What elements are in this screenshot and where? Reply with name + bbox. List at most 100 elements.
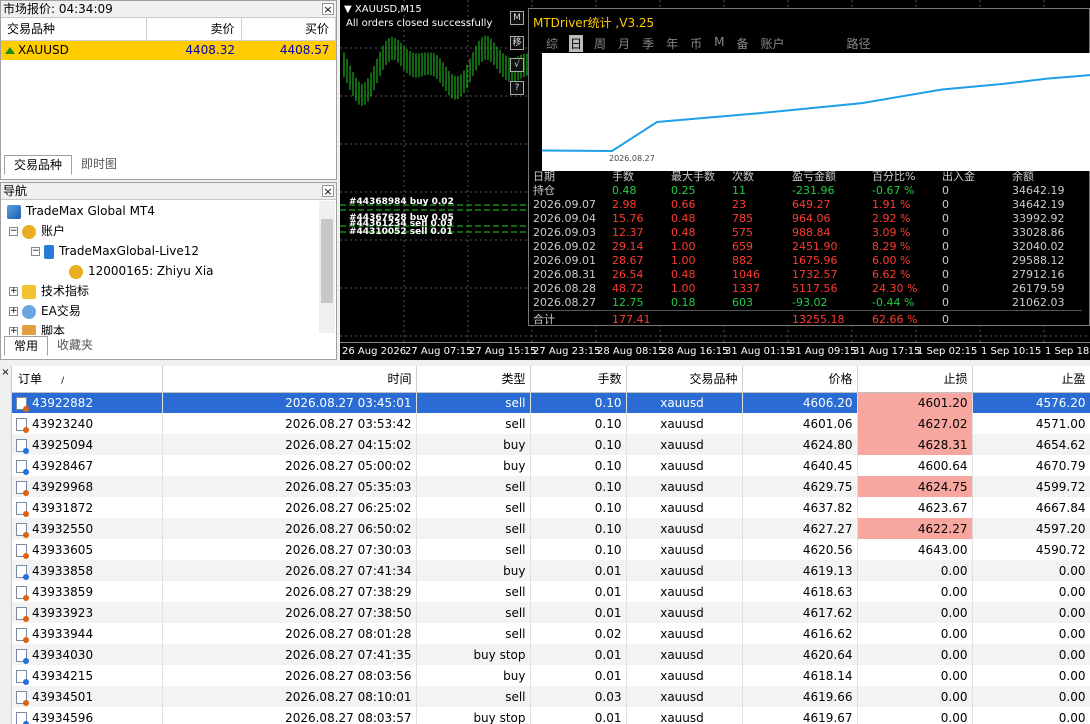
stats-flow: 0 (942, 184, 949, 197)
order-row[interactable]: 43925094 2026.08.27 04:15:02 buy 0.10 xauusd… (12, 434, 1090, 455)
stats-count: 1046 (732, 268, 760, 281)
order-row[interactable]: 43933859 2026.08.27 07:38:29 sell 0.01 xauus… (12, 581, 1090, 602)
order-id-cell[interactable]: 43934030 (12, 644, 163, 665)
tab-symbols[interactable]: 交易品种 (4, 155, 73, 175)
tree-item-broker[interactable]: TradeMax Global MT4 (7, 201, 155, 221)
scroll-thumb[interactable] (321, 219, 333, 303)
tab-yearly[interactable]: 年 (665, 35, 679, 52)
order-row[interactable]: 43933923 2026.08.27 07:38:50 sell 0.01 xauus… (12, 602, 1090, 623)
order-id-cell[interactable]: 43933944 (12, 623, 163, 644)
order-id-cell[interactable]: 43931872 (12, 497, 163, 518)
tree-item-account[interactable]: 12000165: Zhiyu Xia (69, 261, 214, 281)
tree-item-accounts[interactable]: − 账户 (9, 221, 65, 241)
order-id-cell[interactable]: 43933858 (12, 560, 163, 581)
order-row[interactable]: 43933858 2026.08.27 07:41:34 buy 0.01 xauusd… (12, 560, 1090, 581)
order-row[interactable]: 43928467 2026.08.27 05:00:02 buy 0.10 xauusd… (12, 455, 1090, 476)
col-bid[interactable]: 卖价 (146, 18, 242, 41)
order-id: 43923240 (32, 416, 94, 431)
tab-account[interactable]: 账户 (759, 35, 785, 52)
col-ask[interactable]: 买价 (241, 18, 336, 41)
tab-comment[interactable]: 备 (735, 35, 749, 52)
stats-lots: 0.48 (612, 184, 637, 197)
order-id-cell[interactable]: 43934596 (12, 707, 163, 724)
order-id-cell[interactable]: 43932550 (12, 518, 163, 539)
tab-weekly[interactable]: 周 (593, 35, 607, 52)
order-price: 4620.56 (742, 539, 858, 560)
close-icon[interactable]: × (322, 185, 334, 197)
tab-common[interactable]: 常用 (4, 336, 49, 356)
stats-balance: 33992.92 (1012, 212, 1065, 225)
stats-max: 0.48 (671, 226, 696, 239)
order-tp: 4654.62 (972, 434, 1090, 455)
col-lots[interactable]: 手数 (530, 366, 627, 393)
order-row[interactable]: 43922882 2026.08.27 03:45:01 sell 0.10 xauus… (12, 392, 1090, 413)
tab-summary[interactable]: 综 (545, 35, 559, 52)
symbol-cell[interactable]: XAUUSD (1, 40, 146, 60)
order-id-cell[interactable]: 43934215 (12, 665, 163, 686)
order-id-cell[interactable]: 43925094 (12, 434, 163, 455)
order-id-cell[interactable]: 43923240 (12, 413, 163, 434)
tab-quarterly[interactable]: 季 (641, 35, 655, 52)
symbol-row[interactable]: XAUUSD 4408.32 4408.57 (1, 40, 336, 60)
tab-tick-chart[interactable]: 即时图 (72, 155, 126, 175)
tab-magic[interactable]: M (713, 35, 725, 52)
stats-pnl: 5117.56 (792, 282, 838, 295)
order-row[interactable]: 43933944 2026.08.27 08:01:28 sell 0.02 xauus… (12, 623, 1090, 644)
collapse-icon[interactable]: − (9, 227, 18, 236)
order-row[interactable]: 43934596 2026.08.27 08:03:57 buy stop 0.01 x… (12, 707, 1090, 724)
tab-favorites[interactable]: 收藏夹 (48, 336, 102, 356)
order-tp: 4576.20 (972, 392, 1090, 413)
order-type: sell (416, 602, 531, 623)
tree-item-indicators[interactable]: + 技术指标 (9, 281, 89, 301)
tab-monthly[interactable]: 月 (617, 35, 631, 52)
minimize-button[interactable]: M (510, 11, 524, 25)
close-icon[interactable]: × (322, 3, 334, 15)
accounts-icon (22, 224, 36, 239)
order-row[interactable]: 43933605 2026.08.27 07:30:03 sell 0.10 xauus… (12, 539, 1090, 560)
tab-currency[interactable]: 币 (689, 35, 703, 52)
stats-header-row: 日期 手数 最大手数 次数 盈亏金额 百分比% 出入金 余额 (533, 170, 1082, 184)
col-type[interactable]: 类型 (416, 366, 531, 393)
check-button[interactable]: √ (510, 58, 524, 72)
order-id-cell[interactable]: 43933605 (12, 539, 163, 560)
order-id-cell[interactable]: 43933923 (12, 602, 163, 623)
navigator-panel: 导航 × TradeMax Global MT4 − 账户 − TradeMaxGl… (0, 182, 337, 360)
order-row[interactable]: 43932550 2026.08.27 06:50:02 sell 0.10 xauus… (12, 518, 1090, 539)
col-symbol[interactable]: 交易品种 (1, 18, 147, 41)
order-row[interactable]: 43934215 2026.08.27 08:03:56 buy 0.01 xauusd… (12, 665, 1090, 686)
tree-item-server[interactable]: − TradeMaxGlobal-Live12 (31, 241, 199, 261)
expand-icon[interactable]: + (9, 307, 18, 316)
move-button[interactable]: 移 (510, 36, 524, 50)
order-id-cell[interactable]: 43933859 (12, 581, 163, 602)
order-row[interactable]: 43923240 2026.08.27 03:53:42 sell 0.10 xauus… (12, 413, 1090, 434)
order-row[interactable]: 43934030 2026.08.27 07:41:35 buy stop 0.01 x… (12, 644, 1090, 665)
tab-daily[interactable]: 日 (569, 35, 584, 52)
collapse-icon[interactable]: − (31, 247, 40, 256)
col-order[interactable]: 订单 / (12, 366, 163, 393)
expand-icon[interactable]: + (9, 327, 18, 335)
order-id-cell[interactable]: 43922882 (12, 392, 163, 413)
order-id: 43933923 (32, 605, 94, 620)
expand-icon[interactable]: + (9, 287, 18, 296)
order-id-cell[interactable]: 43928467 (12, 455, 163, 476)
graph-date-label: 2026.08.27 (609, 154, 655, 163)
col-tp[interactable]: 止盈 (972, 366, 1090, 393)
stats-row: 2026.09.03 12.37 0.48 575 988.84 3.09 % 0 33028… (533, 226, 1082, 240)
order-price: 4620.64 (742, 644, 858, 665)
col-sl[interactable]: 止损 (857, 366, 973, 393)
col-symbol[interactable]: 交易品种 (626, 366, 743, 393)
col-price[interactable]: 价格 (742, 366, 858, 393)
col-time[interactable]: 时间 (162, 366, 417, 393)
order-id-cell[interactable]: 43929968 (12, 476, 163, 497)
order-row[interactable]: 43934501 2026.08.27 08:10:01 sell 0.03 xauus… (12, 686, 1090, 707)
order-row[interactable]: 43931872 2026.08.27 06:25:02 sell 0.10 xauus… (12, 497, 1090, 518)
navigator-scrollbar[interactable] (319, 201, 335, 333)
tab-path[interactable]: 路径 (846, 35, 872, 52)
tree-item-experts[interactable]: + EA交易 (9, 301, 81, 321)
order-row[interactable]: 43929968 2026.08.27 05:35:03 sell 0.10 xauus… (12, 476, 1090, 497)
tree-item-scripts[interactable]: + 脚本 (9, 321, 65, 335)
order-time: 2026.08.27 08:03:57 (162, 707, 417, 724)
order-id-cell[interactable]: 43934501 (12, 686, 163, 707)
close-icon[interactable]: × (0, 368, 11, 379)
help-button[interactable]: ? (510, 81, 524, 95)
